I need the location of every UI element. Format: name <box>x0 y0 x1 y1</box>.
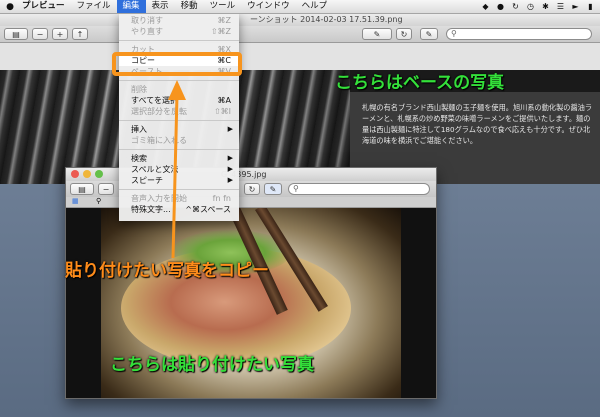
menu-item-label: 取り消す <box>131 16 163 25</box>
zoom-in-button[interactable]: + <box>52 28 68 40</box>
menu-item-label: ゴミ箱に入れる <box>131 136 187 145</box>
markup-button[interactable]: ✎ <box>362 28 392 40</box>
dropbox-icon[interactable]: ◆ <box>480 2 491 11</box>
evernote-icon[interactable]: ● <box>495 2 506 11</box>
shortcut: ⇧⌘Z <box>210 27 231 36</box>
menu-item-special-characters[interactable]: 特殊文字... ^⌘スペース <box>119 204 239 215</box>
menu-help[interactable]: ヘルプ <box>296 0 334 13</box>
menu-tools[interactable]: ツール <box>204 0 242 13</box>
lasso-tool-icon[interactable]: ⚲ <box>96 197 101 205</box>
search-field[interactable]: ⚲ <box>446 28 592 40</box>
copy-highlight-box <box>112 52 242 76</box>
menu-item-redo[interactable]: やり直す ⇧⌘Z <box>119 26 239 37</box>
timemachine-icon[interactable]: ◷ <box>525 2 536 11</box>
title-bar: ーンショット 2014-02-03 17.51.39.png <box>0 14 600 26</box>
menu-item-label: 削除 <box>131 85 147 94</box>
submenu-arrow-icon: ▶ <box>227 176 233 184</box>
minimize-button[interactable] <box>83 170 91 178</box>
menu-item-dictation[interactable]: 音声入力を開始 fn fn <box>119 193 239 204</box>
shortcut: ⇧⌘I <box>213 107 231 116</box>
bluetooth-icon[interactable]: ✱ <box>540 2 551 11</box>
menu-item-spelling[interactable]: スペルと文法 ▶ <box>119 164 239 175</box>
menu-item-label: やり直す <box>131 27 163 36</box>
menu-item-invert-selection[interactable]: 選択部分を反転 ⇧⌘I <box>119 106 239 117</box>
window-title: ーンショット 2014-02-03 17.51.39.png <box>250 15 403 24</box>
menu-item-label: 特殊文字... <box>131 205 171 214</box>
toolbar: ▤ − + ↑ ✎ ↻ ✎ ⚲ <box>0 26 600 43</box>
close-button[interactable] <box>71 170 79 178</box>
selection-tool-icon[interactable]: ▦ <box>72 197 79 205</box>
menu-window[interactable]: ウインドウ <box>241 0 296 13</box>
menu-separator <box>119 120 239 121</box>
shortcut: ⌘A <box>217 96 231 105</box>
base-photo-caption: こちらはベースの写真 <box>335 73 505 93</box>
menu-bar: ● プレビュー ファイル 編集 表示 移動 ツール ウインドウ ヘルプ ◆ ● … <box>0 0 600 14</box>
menu-view[interactable]: 表示 <box>146 0 175 13</box>
sidebar-toggle-button[interactable]: ▤ <box>4 28 28 40</box>
shortcut: fn fn <box>212 194 231 203</box>
shortcut: ⌘Z <box>217 16 231 25</box>
menu-separator <box>119 149 239 150</box>
base-image-window: ーンショット 2014-02-03 17.51.39.png ▤ − + ↑ ✎… <box>0 14 600 184</box>
menu-item-insert[interactable]: 挿入 ▶ <box>119 124 239 135</box>
menu-item-select-all[interactable]: すべてを選択 ⌘A <box>119 95 239 106</box>
submenu-arrow-icon: ▶ <box>227 125 233 133</box>
paste-photo-caption: こちらは貼り付けたい写真 <box>110 355 314 375</box>
menu-item-label: スピーチ <box>131 176 163 185</box>
submenu-arrow-icon: ▶ <box>227 165 233 173</box>
menu-item-label: 選択部分を反転 <box>131 107 187 116</box>
menu-item-undo[interactable]: 取り消す ⌘Z <box>119 15 239 26</box>
menu-item-delete[interactable]: 削除 <box>119 84 239 95</box>
edit-button[interactable]: ✎ <box>264 183 282 195</box>
search-icon: ⚲ <box>293 184 299 193</box>
menu-preview[interactable]: プレビュー <box>16 0 71 13</box>
menu-item-trash[interactable]: ゴミ箱に入れる <box>119 135 239 146</box>
search-icon: ⚲ <box>451 29 457 38</box>
apple-menu-icon[interactable]: ● <box>4 2 16 12</box>
menu-item-label: 音声入力を開始 <box>131 194 187 203</box>
rotate-button[interactable]: ↻ <box>244 183 260 195</box>
menu-item-speech[interactable]: スピーチ ▶ <box>119 175 239 186</box>
menu-edit[interactable]: 編集 <box>116 0 146 13</box>
zoom-button[interactable] <box>95 170 103 178</box>
status-tray: ◆ ● ↻ ◷ ✱ ☰ ► ▮ <box>480 0 596 13</box>
submenu-arrow-icon: ▶ <box>227 154 233 162</box>
menu-separator <box>119 189 239 190</box>
menu-separator <box>119 80 239 81</box>
search-field[interactable]: ⚲ <box>288 183 430 195</box>
menu-separator <box>119 40 239 41</box>
menu-item-label: すべてを選択 <box>131 96 178 105</box>
zoom-out-button[interactable]: − <box>32 28 48 40</box>
sync-icon[interactable]: ↻ <box>510 2 521 11</box>
panel-text: 札幌の有名ブランド西山製麺の玉子麺を使用。旭川系の動化製の醤油ラーメンと、札幌系… <box>362 103 593 145</box>
shortcut: ^⌘スペース <box>185 205 231 214</box>
copy-caption: 貼り付けたい写真をコピー <box>65 261 269 281</box>
menu-item-label: 検索 <box>131 154 147 163</box>
menu-item-find[interactable]: 検索 ▶ <box>119 153 239 164</box>
edit-button[interactable]: ✎ <box>420 28 438 40</box>
wifi-icon[interactable]: ☰ <box>555 2 566 11</box>
battery-icon[interactable]: ▮ <box>585 2 596 11</box>
menu-item-label: 挿入 <box>131 125 147 134</box>
volume-icon[interactable]: ► <box>570 2 581 11</box>
share-button[interactable]: ↑ <box>72 28 88 40</box>
zoom-out-button[interactable]: − <box>98 183 114 195</box>
menu-file[interactable]: ファイル <box>71 0 117 13</box>
sidebar-toggle-button[interactable]: ▤ <box>70 183 94 195</box>
edit-menu-dropdown: 取り消す ⌘Z やり直す ⇧⌘Z カット ⌘X コピー ⌘C ペースト ⌘V 削除 すべて… <box>119 13 239 221</box>
menu-item-label: スペルと文法 <box>131 165 179 174</box>
menu-go[interactable]: 移動 <box>175 0 204 13</box>
rotate-button[interactable]: ↻ <box>396 28 412 40</box>
